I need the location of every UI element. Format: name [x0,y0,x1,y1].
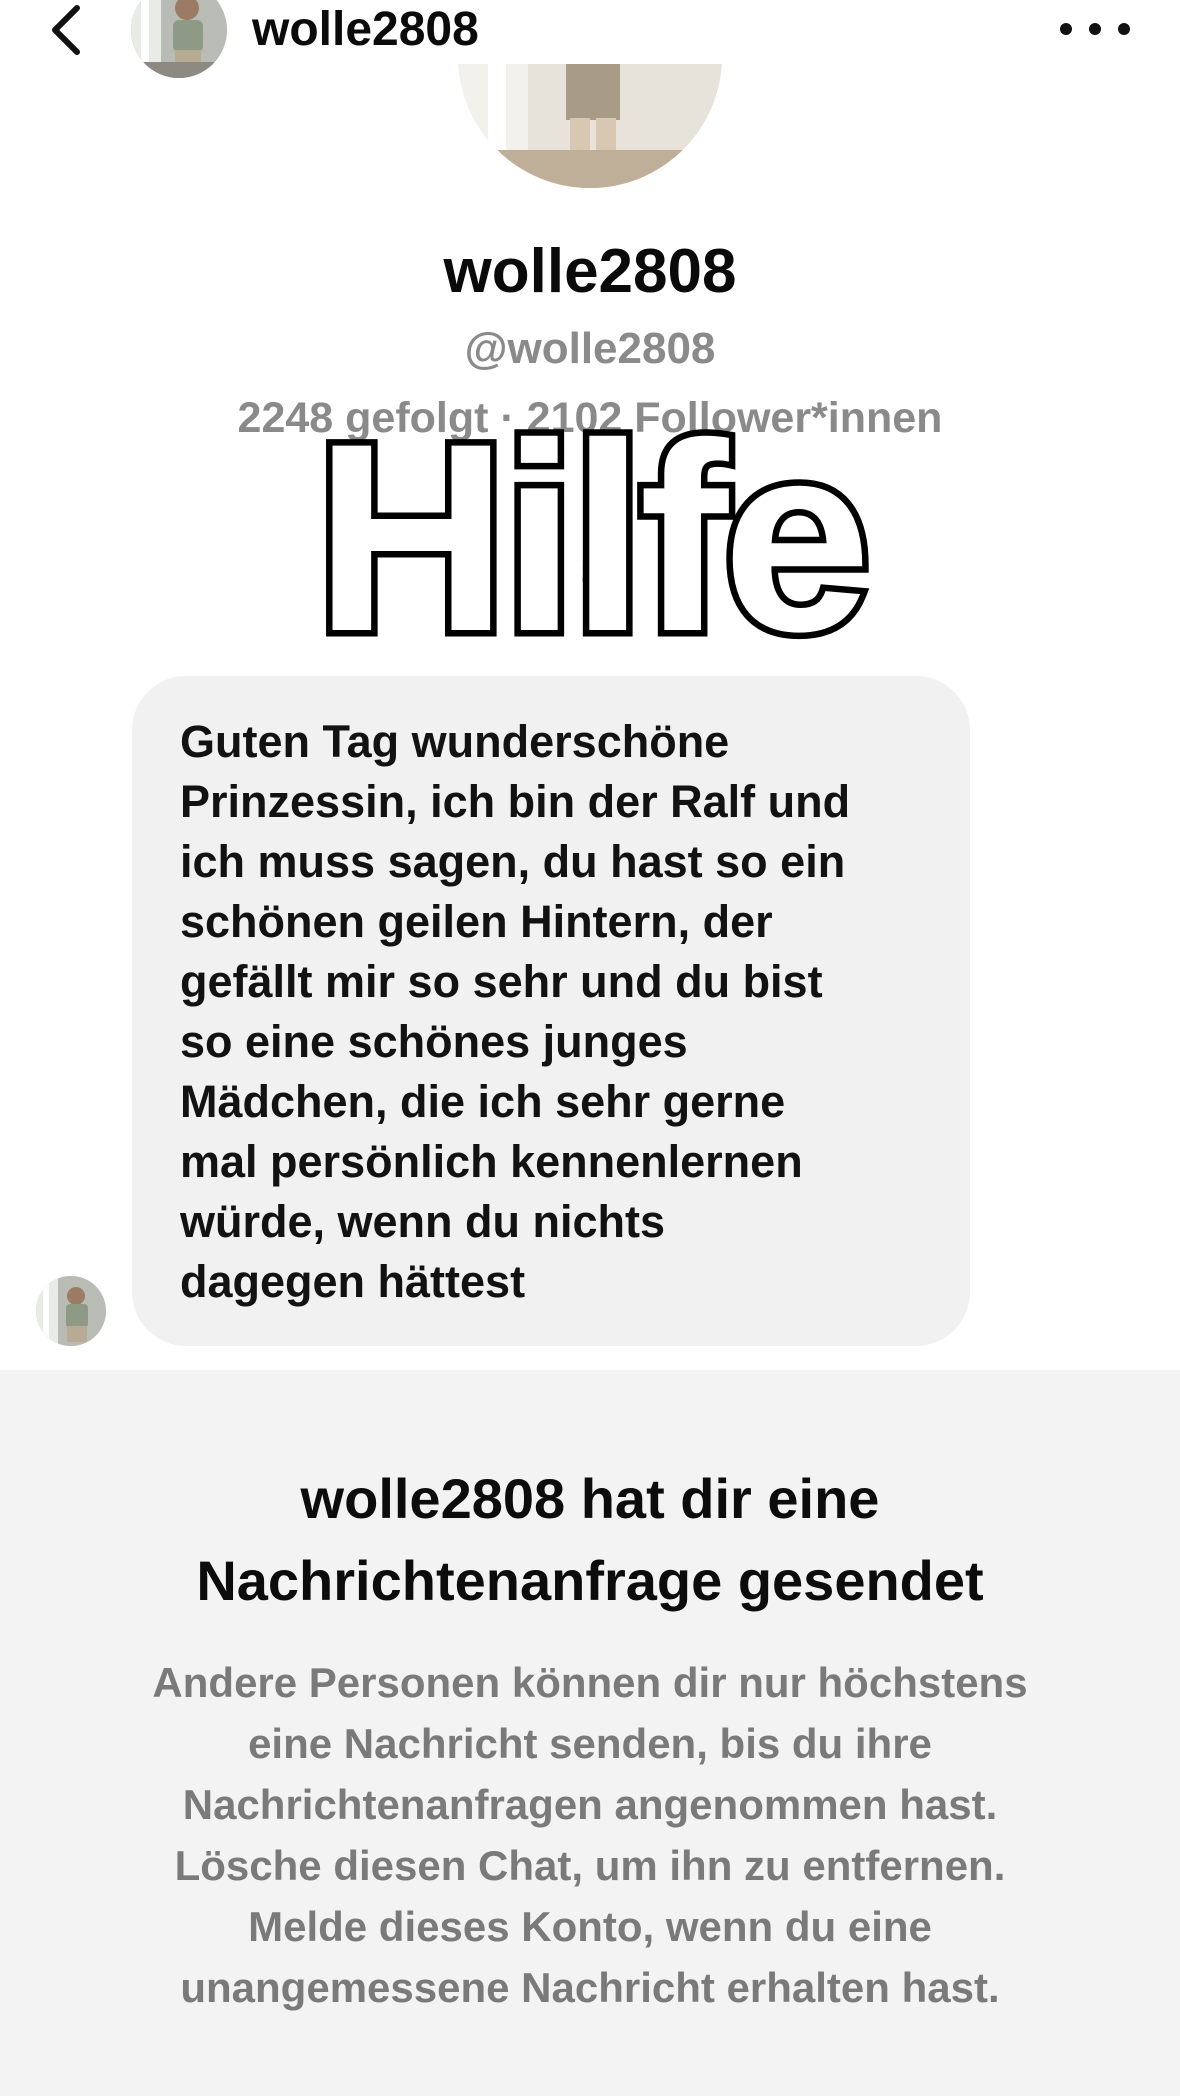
request-description: Andere Personen können dir nur höchstens… [152,1659,1028,2011]
sender-avatar[interactable] [36,1276,106,1346]
profile-name: wolle2808 [443,237,737,306]
request-title: wolle2808 hat dir eine Nachrichtenanfrag… [196,1467,984,1612]
back-button[interactable] [42,0,92,60]
message-bubble[interactable]: Guten Tag wunderschöne Prinzessin, ich b… [132,676,970,1346]
message-request-panel: wolle2808 hat dir eine Nachrichtenanfrag… [0,1370,1180,2096]
header-avatar[interactable] [131,0,227,78]
more-options-button[interactable] [1060,14,1130,44]
profile-handle: @wolle2808 [464,324,716,373]
overlay-text: Hilfe [308,386,878,689]
chevron-left-icon [52,5,80,55]
message-text: Guten Tag wunderschöne Prinzessin, ich b… [180,716,851,1307]
chat-header: wolle2808 [0,0,1180,78]
more-horizontal-icon [1060,23,1072,35]
header-username[interactable]: wolle2808 [252,0,479,60]
